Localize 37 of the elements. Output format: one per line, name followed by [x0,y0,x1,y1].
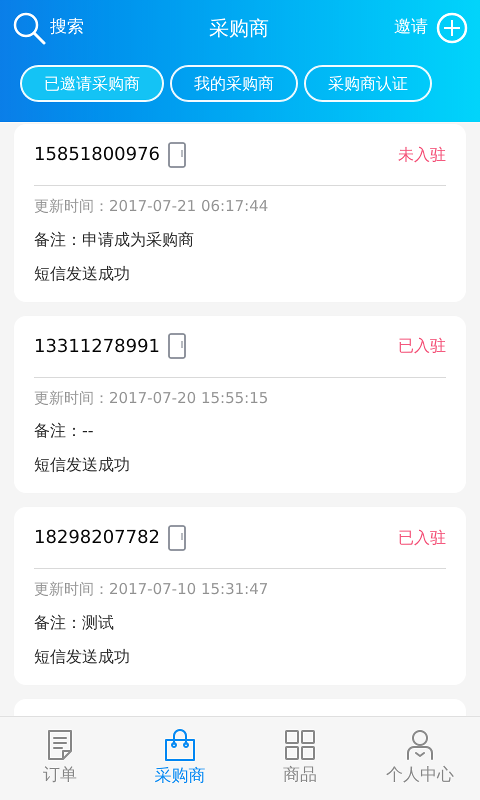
person-icon [405,728,435,761]
nav-tab[interactable]: 订单 [0,717,120,800]
update-time: 更新时间：2017-07-21 06:17:44 [34,196,270,217]
phone-icon [168,333,186,359]
filter-tab[interactable]: 采购商认证 [304,65,432,102]
status-label: 已入驻 [398,526,446,548]
phone-icon [168,524,186,550]
buyer-card[interactable]: 18298207782 已入驻 更新时间：2017-07-10 15:31:47 备注：测试 短信发送成功 [14,507,466,684]
page-title: 采购商 [209,15,269,42]
update-time: 更新时间：2017-07-10 15:31:47 [34,579,270,600]
status-label: 未入驻 [398,144,446,166]
phone-number: 13311278991 [34,334,160,358]
plus-circle-icon [436,12,468,44]
invite-button[interactable]: 邀请 [394,12,468,44]
filter-tab[interactable]: 我的采购商 [170,65,298,102]
note-text: 备注：申请成为采购商 [34,228,195,250]
nav-tab[interactable]: 采购商 [120,717,240,800]
status-label: 已入驻 [398,335,446,357]
note-text: 备注：-- [34,420,95,442]
document-icon [45,728,75,761]
grid-icon [284,728,316,761]
update-time: 更新时间：2017-07-20 15:55:15 [34,388,270,408]
note-text: 备注：测试 [34,612,115,634]
nav-tab[interactable]: 个人中心 [360,717,480,800]
search-icon [12,11,46,45]
sms-status: 短信发送成功 [34,262,131,284]
nav-tab[interactable]: 商品 [240,717,360,800]
bag-icon [163,728,197,762]
filter-tab[interactable]: 已邀请采购商 [20,65,164,102]
sms-status: 短信发送成功 [34,646,131,668]
phone-number: 18298207782 [34,526,160,550]
search-button[interactable]: 搜索 [12,11,84,45]
buyer-card[interactable]: 13311278991 已入驻 更新时间：2017-07-20 15:55:15 备注：-- 短信发送成功 [14,316,466,493]
phone-number: 15851800976 [34,143,160,167]
sms-status: 短信发送成功 [34,454,131,476]
buyer-card[interactable]: 15851800976 未入驻 更新时间：2017-07-21 06:17:44 备注：申请成为采购商 短信发送成功 [14,124,466,302]
phone-icon [168,142,186,168]
